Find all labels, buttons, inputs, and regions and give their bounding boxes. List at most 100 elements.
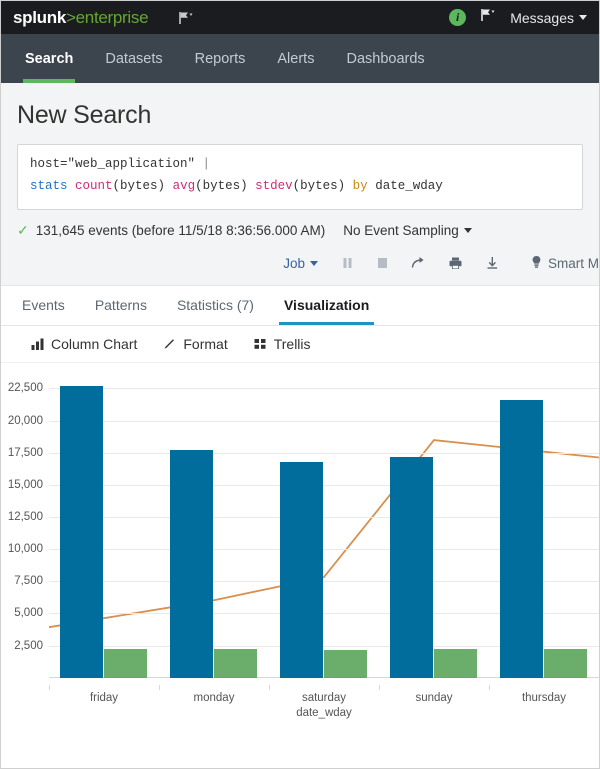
- search-line-1: host="web_application" |: [30, 154, 570, 176]
- x-axis-tick-label: thursday: [522, 692, 566, 704]
- chart-bar[interactable]: [500, 400, 543, 678]
- export-icon[interactable]: [474, 252, 511, 274]
- trellis-label: Trellis: [274, 336, 311, 352]
- chart-bar[interactable]: [390, 457, 433, 678]
- y-axis-tick-label: 10,000: [8, 543, 43, 555]
- grid-icon: [254, 338, 267, 350]
- smart-mode-button[interactable]: Smart M: [511, 255, 599, 272]
- chart-bar[interactable]: [544, 649, 587, 677]
- spl-fn-count: count: [75, 179, 113, 193]
- plot-area: [49, 381, 599, 678]
- spl-arg-3: (bytes): [293, 179, 346, 193]
- top-bar-right: i Messages: [449, 8, 587, 27]
- chart-type-button[interactable]: Column Chart: [31, 336, 137, 352]
- chart-type-label: Column Chart: [51, 336, 137, 352]
- tab-statistics[interactable]: Statistics (7): [162, 286, 269, 325]
- chart-bar[interactable]: [434, 649, 477, 677]
- search-input[interactable]: host="web_application" | stats count(byt…: [17, 144, 583, 210]
- nav-item-alerts[interactable]: Alerts: [261, 34, 330, 83]
- chart-bar[interactable]: [170, 450, 213, 678]
- search-bar-wrapper: host="web_application" | stats count(byt…: [1, 144, 599, 210]
- chart-bar[interactable]: [60, 386, 103, 678]
- logo-gt: >: [66, 8, 76, 27]
- spl-arg-2: (bytes): [195, 179, 248, 193]
- y-axis-labels: 2,5005,0007,50010,00012,50015,00017,5002…: [1, 381, 49, 678]
- stop-icon[interactable]: [365, 252, 400, 274]
- nav-item-search[interactable]: Search: [9, 34, 89, 83]
- pause-icon[interactable]: [330, 252, 365, 274]
- bar-chart-icon: [31, 338, 44, 350]
- x-axis-tick: [269, 685, 270, 690]
- x-axis-labels: fridaymondaysaturdaysundaythursday: [49, 685, 599, 703]
- visualization-chart[interactable]: 2,5005,0007,50010,00012,50015,00017,5002…: [1, 363, 599, 703]
- logo-text-splunk: splunk: [13, 8, 66, 27]
- nav-label: Search: [25, 51, 73, 67]
- chart-bar[interactable]: [324, 650, 367, 678]
- spl-field-date-wday: date_wday: [375, 179, 443, 193]
- share-icon[interactable]: [400, 252, 437, 274]
- messages-menu[interactable]: Messages: [510, 10, 587, 26]
- x-axis-tick-label: sunday: [415, 692, 452, 704]
- spl-fn-avg: avg: [173, 179, 196, 193]
- splunk-logo[interactable]: splunk>enterprise: [13, 8, 148, 28]
- search-host-expr: host="web_application": [30, 157, 195, 171]
- nav-item-datasets[interactable]: Datasets: [89, 34, 178, 83]
- tab-events[interactable]: Events: [7, 286, 80, 325]
- print-icon[interactable]: [437, 252, 474, 274]
- tab-label: Statistics (7): [177, 297, 254, 313]
- chart-toolbar: Column Chart Format Trellis: [1, 326, 599, 363]
- trellis-button[interactable]: Trellis: [254, 336, 311, 352]
- chevron-down-icon: [579, 15, 587, 20]
- nav-label: Alerts: [277, 51, 314, 67]
- x-axis-tick-label: monday: [194, 692, 235, 704]
- nav-item-dashboards[interactable]: Dashboards: [330, 34, 440, 83]
- messages-label: Messages: [510, 10, 574, 26]
- x-axis-tick: [159, 685, 160, 690]
- y-axis-tick-label: 5,000: [14, 607, 43, 619]
- chevron-down-icon: [464, 228, 472, 233]
- tab-label: Visualization: [284, 297, 369, 313]
- search-pipe: |: [203, 157, 211, 171]
- x-axis-tick: [489, 685, 490, 690]
- nav-label: Datasets: [105, 51, 162, 67]
- nav-label: Reports: [195, 51, 246, 67]
- nav-item-reports[interactable]: Reports: [179, 34, 262, 83]
- top-bar: splunk>enterprise i Messages: [1, 1, 599, 34]
- chart-bar[interactable]: [214, 649, 257, 677]
- chart-bar[interactable]: [280, 462, 323, 678]
- event-status-row: ✓ 131,645 events (before 11/5/18 8:36:56…: [1, 210, 599, 248]
- result-tabs: Events Patterns Statistics (7) Visualiza…: [1, 286, 599, 326]
- chart-bar[interactable]: [104, 649, 147, 677]
- settings-flag-icon[interactable]: [480, 8, 496, 27]
- tab-label: Patterns: [95, 297, 147, 313]
- event-sampling-label: No Event Sampling: [343, 223, 459, 238]
- event-count-group: ✓ 131,645 events (before 11/5/18 8:36:56…: [17, 222, 325, 239]
- check-icon: ✓: [17, 222, 29, 239]
- pencil-icon: [163, 338, 176, 350]
- activity-flag-icon[interactable]: [178, 11, 194, 25]
- page-title: New Search: [17, 101, 583, 144]
- smart-mode-label: Smart M: [548, 256, 599, 271]
- y-axis-tick-label: 2,500: [14, 640, 43, 652]
- search-line-2: stats count(bytes) avg(bytes) stdev(byte…: [30, 176, 570, 198]
- y-axis-tick-label: 15,000: [8, 479, 43, 491]
- job-menu-button[interactable]: Job: [271, 252, 330, 275]
- splunk-search-window: splunk>enterprise i Messages Search Data…: [0, 0, 600, 769]
- x-axis-title: date_wday: [49, 707, 599, 719]
- nav-label: Dashboards: [346, 51, 424, 67]
- tab-patterns[interactable]: Patterns: [80, 286, 162, 325]
- y-axis-tick-label: 17,500: [8, 447, 43, 459]
- spl-command-stats: stats: [30, 179, 68, 193]
- x-axis-tick: [379, 685, 380, 690]
- tab-label: Events: [22, 297, 65, 313]
- info-icon[interactable]: i: [449, 9, 466, 26]
- gridline: [49, 388, 599, 389]
- y-axis-tick-label: 22,500: [8, 382, 43, 394]
- tab-visualization[interactable]: Visualization: [269, 286, 384, 325]
- format-button[interactable]: Format: [163, 336, 227, 352]
- spl-arg-1: (bytes): [113, 179, 166, 193]
- event-sampling-menu[interactable]: No Event Sampling: [343, 223, 472, 238]
- logo-text-enterprise: enterprise: [76, 8, 149, 27]
- spl-keyword-by: by: [353, 179, 368, 193]
- event-count-text: 131,645 events (before 11/5/18 8:36:56.0…: [36, 223, 325, 238]
